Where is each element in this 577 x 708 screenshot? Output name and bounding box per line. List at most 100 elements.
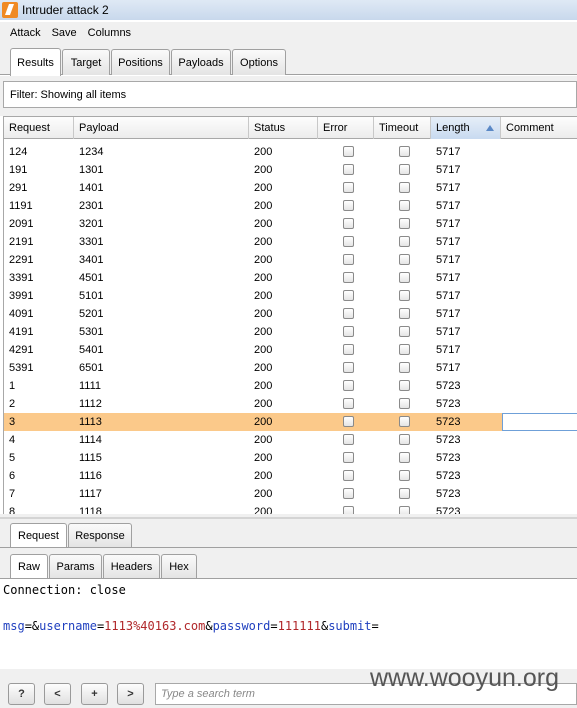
results-table: Request Payload Status Error Timeout Len… xyxy=(3,116,577,514)
help-button[interactable]: ? xyxy=(8,683,35,705)
table-row[interactable]: 291 1401 200 5717 xyxy=(4,179,577,197)
cell-request: 2291 xyxy=(9,254,34,266)
tab-hex[interactable]: Hex xyxy=(161,554,197,578)
error-checkbox xyxy=(343,362,354,373)
cell-length: 5717 xyxy=(436,272,461,284)
col-comment[interactable]: Comment xyxy=(501,117,577,139)
menu-attack[interactable]: Attack xyxy=(0,27,46,39)
cell-request: 2191 xyxy=(9,236,34,248)
cell-payload: 2301 xyxy=(79,200,104,212)
cell-status: 200 xyxy=(254,344,273,356)
cell-request: 8 xyxy=(9,506,16,514)
table-row[interactable]: 1191 2301 200 5717 xyxy=(4,197,577,215)
table-row[interactable]: 1 1111 200 5723 xyxy=(4,377,577,395)
cell-payload: 5101 xyxy=(79,290,104,302)
cell-status: 200 xyxy=(254,290,273,302)
cell-status: 200 xyxy=(254,326,273,338)
tab-payloads[interactable]: Payloads xyxy=(171,49,231,75)
table-row[interactable]: 3991 5101 200 5717 xyxy=(4,287,577,305)
table-row[interactable]: 5391 6501 200 5717 xyxy=(4,359,577,377)
cell-length: 5717 xyxy=(436,308,461,320)
cell-length: 5717 xyxy=(436,362,461,374)
add-button[interactable]: + xyxy=(81,683,108,705)
col-timeout[interactable]: Timeout xyxy=(374,117,431,139)
tab-response[interactable]: Response xyxy=(68,523,132,547)
error-checkbox xyxy=(343,470,354,481)
cell-length: 5723 xyxy=(436,488,461,500)
cell-payload: 1113 xyxy=(79,416,102,428)
timeout-checkbox xyxy=(399,236,410,247)
timeout-checkbox xyxy=(399,308,410,319)
param-value: 111111 xyxy=(277,619,321,633)
detail-tab-baseline xyxy=(0,547,577,548)
menu-save[interactable]: Save xyxy=(46,27,82,39)
tab-positions[interactable]: Positions xyxy=(111,49,170,75)
pane-divider[interactable] xyxy=(0,517,577,519)
timeout-checkbox xyxy=(399,326,410,337)
search-input[interactable] xyxy=(161,688,361,700)
cell-status: 200 xyxy=(254,416,273,428)
table-row[interactable]: 3391 4501 200 5717 xyxy=(4,269,577,287)
table-row[interactable]: 2091 3201 200 5717 xyxy=(4,215,577,233)
tab-target[interactable]: Target xyxy=(62,49,110,75)
menu-columns[interactable]: Columns xyxy=(82,27,136,39)
title-bar: Intruder attack 2 xyxy=(0,0,577,20)
previous-button[interactable]: < xyxy=(44,683,71,705)
cell-length: 5723 xyxy=(436,506,461,514)
tab-results[interactable]: Results xyxy=(10,48,61,76)
table-row[interactable]: 7 1117 200 5723 xyxy=(4,485,577,503)
raw-request-editor[interactable]: Connection: close msg=&username=1113%401… xyxy=(0,579,577,669)
error-checkbox xyxy=(343,488,354,499)
tab-params[interactable]: Params xyxy=(49,554,102,578)
error-checkbox xyxy=(343,272,354,283)
col-error[interactable]: Error xyxy=(318,117,374,139)
tab-headers[interactable]: Headers xyxy=(103,554,160,578)
table-row[interactable]: 2 1112 200 5723 xyxy=(4,395,577,413)
col-payload[interactable]: Payload xyxy=(74,117,249,139)
table-row[interactable]: 4 1114 200 5723 xyxy=(4,431,577,449)
table-row[interactable]: 8 1118 200 5723 xyxy=(4,503,577,514)
table-row[interactable]: 191 1301 200 5717 xyxy=(4,161,577,179)
error-checkbox xyxy=(343,434,354,445)
table-row[interactable]: 4091 5201 200 5717 xyxy=(4,305,577,323)
cell-payload: 1234 xyxy=(79,146,104,158)
error-checkbox xyxy=(343,326,354,337)
cell-request: 291 xyxy=(9,182,28,194)
table-row[interactable]: 3 1113 200 5723 xyxy=(4,413,577,431)
cell-length: 5717 xyxy=(436,182,461,194)
cell-length: 5723 xyxy=(436,434,461,446)
next-button[interactable]: > xyxy=(117,683,144,705)
cell-length: 5723 xyxy=(436,398,461,410)
col-length[interactable]: Length xyxy=(431,117,501,139)
cell-request: 191 xyxy=(9,164,28,176)
param-name: submit xyxy=(328,619,372,633)
cell-payload: 1114 xyxy=(79,434,102,446)
table-row[interactable]: 2291 3401 200 5717 xyxy=(4,251,577,269)
timeout-checkbox xyxy=(399,272,410,283)
tab-request[interactable]: Request xyxy=(10,523,67,547)
cell-payload: 1116 xyxy=(79,470,102,482)
filter-bar[interactable]: Filter: Showing all items xyxy=(3,81,577,108)
cell-length: 5723 xyxy=(436,470,461,482)
table-row[interactable]: 5 1115 200 5723 xyxy=(4,449,577,467)
tab-raw[interactable]: Raw xyxy=(10,554,48,578)
col-status[interactable]: Status xyxy=(249,117,318,139)
message-pane: Request Response Raw Params Headers Hex … xyxy=(0,514,577,708)
timeout-checkbox xyxy=(399,218,410,229)
cell-status: 200 xyxy=(254,470,273,482)
comment-edit-cell[interactable] xyxy=(502,413,577,431)
cell-request: 5391 xyxy=(9,362,34,374)
table-row[interactable]: 4291 5401 200 5717 xyxy=(4,341,577,359)
cell-status: 200 xyxy=(254,308,273,320)
error-checkbox xyxy=(343,200,354,211)
cell-status: 200 xyxy=(254,182,273,194)
cell-request: 4291 xyxy=(9,344,34,356)
table-row[interactable]: 6 1116 200 5723 xyxy=(4,467,577,485)
table-row[interactable]: 124 1234 200 5717 xyxy=(4,143,577,161)
table-row[interactable]: 2191 3301 200 5717 xyxy=(4,233,577,251)
cell-request: 5 xyxy=(9,452,16,464)
tab-options[interactable]: Options xyxy=(232,49,286,75)
cell-status: 200 xyxy=(254,488,273,500)
col-request[interactable]: Request xyxy=(4,117,74,139)
table-row[interactable]: 4191 5301 200 5717 xyxy=(4,323,577,341)
